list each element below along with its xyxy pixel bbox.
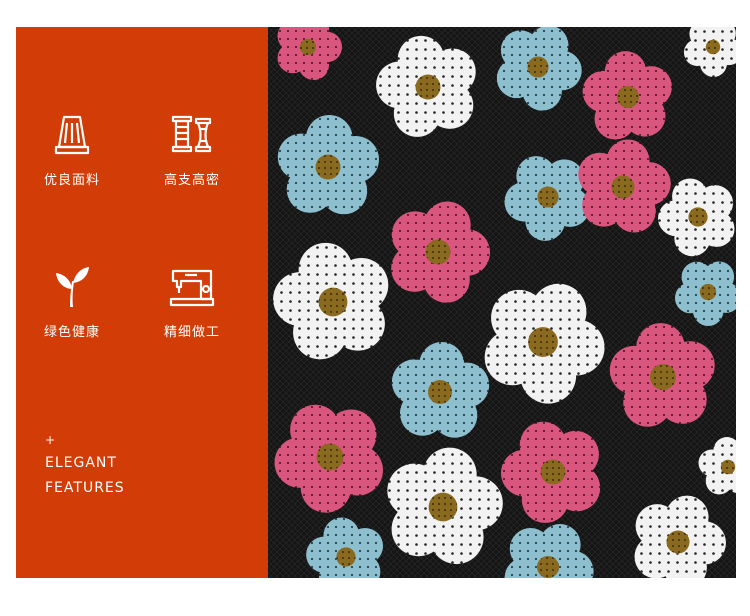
tagline-line-2: FEATURES <box>45 480 125 496</box>
thread-spools-icon <box>171 115 212 153</box>
sequin-fabric-image <box>268 27 736 578</box>
sewing-machine-icon <box>169 269 215 307</box>
feature-workmanship: 精细做工 <box>147 261 237 340</box>
feature-fabric-label: 优良面料 <box>43 173 100 188</box>
sequin-fabric-photo <box>268 27 736 578</box>
sprout-icon <box>56 267 89 307</box>
thimble-icon <box>54 115 90 155</box>
feature-density-label: 高支高密 <box>163 173 220 188</box>
features-panel: 优良面料 高支高密 绿色健康 精细做工 + ELEGANT FEATURES <box>16 27 268 578</box>
tagline: + ELEGANT FEATURES <box>45 433 125 501</box>
feature-fabric: 优良面料 <box>27 109 117 188</box>
tagline-line-1: ELEGANT <box>45 455 117 471</box>
tagline-plus: + <box>45 433 57 447</box>
feature-health-label: 绿色健康 <box>43 325 100 340</box>
feature-density: 高支高密 <box>147 109 237 188</box>
feature-health: 绿色健康 <box>27 261 117 340</box>
feature-workmanship-label: 精细做工 <box>163 325 220 340</box>
